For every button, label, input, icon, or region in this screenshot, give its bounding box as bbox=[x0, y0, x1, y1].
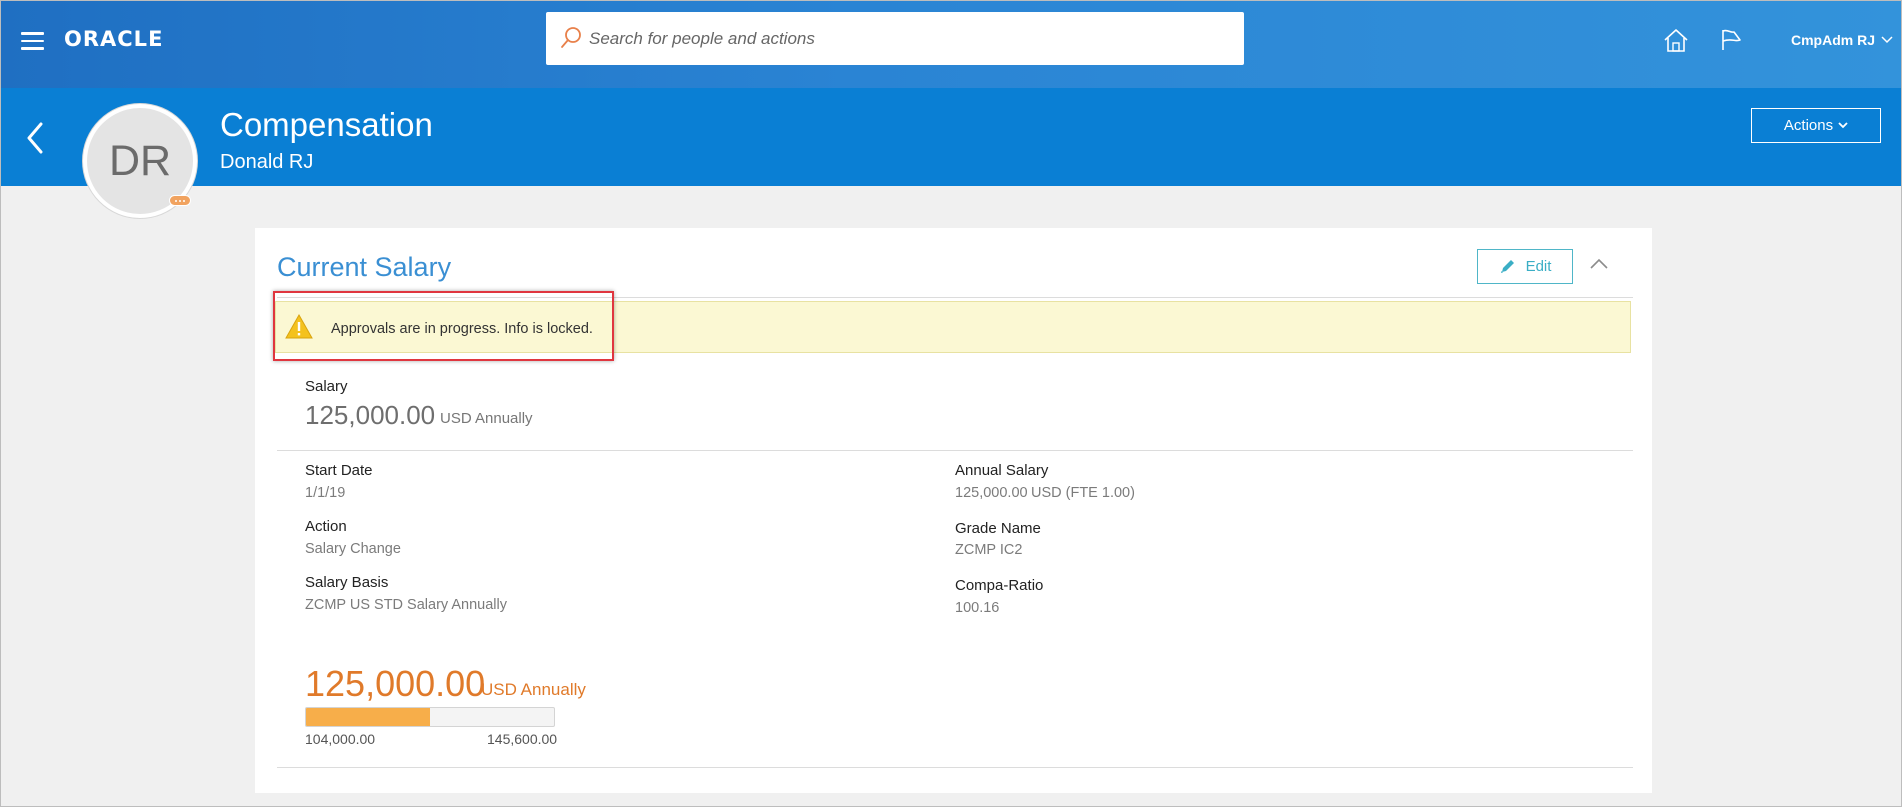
start-date-value: 1/1/19 bbox=[305, 485, 346, 501]
page-title: Compensation bbox=[220, 106, 433, 143]
home-icon[interactable] bbox=[1662, 27, 1690, 53]
user-menu[interactable]: CmpAdm RJ bbox=[1791, 32, 1893, 48]
avatar-initials: DR bbox=[108, 136, 172, 185]
edit-button[interactable]: Edit bbox=[1477, 249, 1573, 284]
annual-salary-value: 125,000.00 bbox=[955, 485, 1028, 501]
annual-salary-fte: USD (FTE 1.00) bbox=[1031, 485, 1135, 501]
range-max: 145,600.00 bbox=[487, 731, 558, 747]
person-name: Donald RJ bbox=[220, 151, 314, 173]
range-min: 104,000.00 bbox=[305, 731, 376, 747]
actions-button[interactable]: Actions bbox=[1751, 108, 1881, 143]
hamburger-icon[interactable] bbox=[21, 32, 44, 50]
app-window: ORACLE CmpAdm RJ bbox=[0, 0, 1902, 807]
actions-label: Actions bbox=[1783, 117, 1834, 134]
navigator-flag-icon[interactable] bbox=[1717, 27, 1745, 53]
more-options-badge-icon[interactable] bbox=[169, 195, 191, 206]
salary-basis-label: Salary Basis bbox=[305, 574, 389, 591]
salary-divider bbox=[277, 450, 1633, 451]
compa-ratio-value: 100.16 bbox=[955, 600, 1000, 616]
global-header: ORACLE CmpAdm RJ bbox=[1, 1, 1901, 88]
edit-label: Edit bbox=[1525, 258, 1552, 275]
range-amount: 125,000.00 bbox=[305, 663, 486, 704]
start-date-label: Start Date bbox=[305, 462, 373, 479]
oracle-logo[interactable]: ORACLE bbox=[64, 27, 163, 51]
compa-ratio-label: Compa-Ratio bbox=[955, 577, 1044, 594]
highlight-box bbox=[273, 291, 614, 361]
salary-amount: 125,000.00 bbox=[305, 400, 436, 430]
salary-range-fill bbox=[306, 708, 430, 726]
grade-name-label: Grade Name bbox=[955, 520, 1041, 537]
chevron-up-icon[interactable] bbox=[1589, 256, 1609, 270]
search-icon[interactable] bbox=[558, 25, 584, 51]
annual-salary-label: Annual Salary bbox=[955, 462, 1049, 479]
salary-label: Salary bbox=[305, 378, 348, 395]
grade-name-value: ZCMP IC2 bbox=[955, 542, 1023, 558]
salary-basis-value: ZCMP US STD Salary Annually bbox=[305, 597, 507, 613]
global-search[interactable] bbox=[546, 12, 1244, 65]
action-label: Action bbox=[305, 518, 347, 535]
chevron-down-icon bbox=[1881, 36, 1893, 44]
action-value: Salary Change bbox=[305, 541, 401, 557]
search-input[interactable] bbox=[589, 12, 1229, 65]
user-name: CmpAdm RJ bbox=[1791, 32, 1876, 48]
range-unit: USD Annually bbox=[481, 680, 586, 699]
chevron-left-icon[interactable] bbox=[21, 118, 49, 158]
bottom-divider bbox=[277, 767, 1633, 768]
section-title: Current Salary bbox=[277, 252, 452, 282]
salary-currency: USD bbox=[440, 410, 472, 427]
pencil-icon bbox=[1500, 260, 1514, 273]
salary-range-bar bbox=[305, 707, 555, 727]
salary-frequency: Annually bbox=[475, 410, 533, 427]
chevron-down-icon bbox=[1838, 122, 1848, 129]
